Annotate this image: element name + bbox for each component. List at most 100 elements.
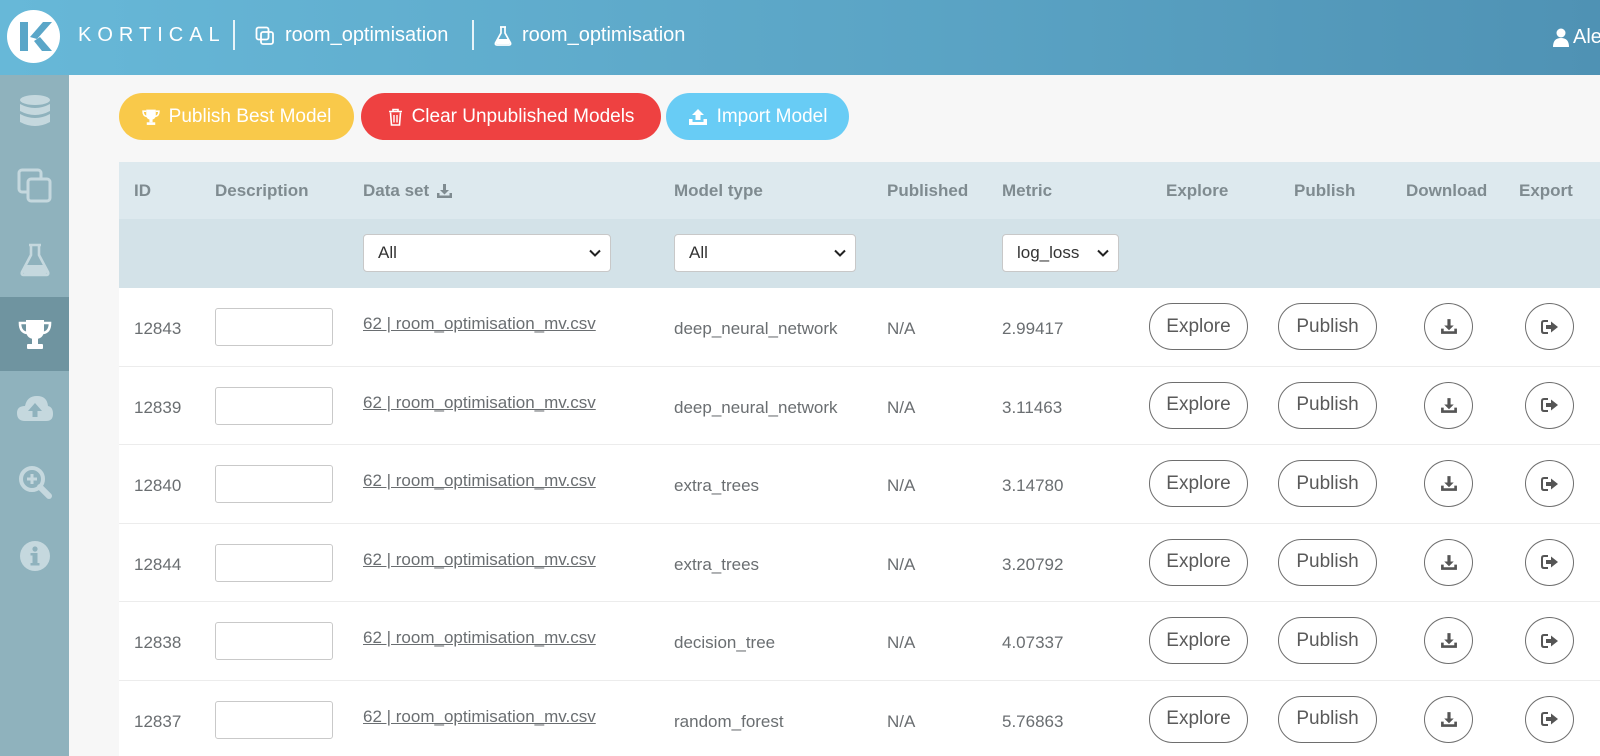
- dataset-link[interactable]: 62 | room_optimisation_mv.csv: [363, 628, 596, 648]
- sidebar-item-projects[interactable]: [0, 149, 69, 223]
- kortical-logo[interactable]: [7, 10, 60, 63]
- description-input[interactable]: [215, 465, 333, 503]
- sidebar-item-deploy[interactable]: [0, 371, 69, 445]
- table-filters: All All log_loss: [119, 219, 1600, 288]
- download-button[interactable]: [1424, 695, 1473, 743]
- sidebar-item-explain[interactable]: [0, 445, 69, 519]
- dataset-link[interactable]: 62 | room_optimisation_mv.csv: [363, 393, 596, 413]
- header-dataset[interactable]: Data set: [363, 181, 453, 201]
- header-divider: [472, 20, 474, 50]
- description-input[interactable]: [215, 386, 333, 425]
- header-publish: Publish: [1294, 181, 1356, 200]
- header-divider: [233, 20, 235, 50]
- publish-button[interactable]: Publish: [1278, 617, 1377, 664]
- metric-value: 2.99417: [1002, 319, 1064, 338]
- description-input[interactable]: [215, 622, 333, 660]
- export-button[interactable]: [1525, 695, 1574, 743]
- header-published[interactable]: Published: [887, 181, 968, 201]
- published-status: N/A: [887, 711, 916, 731]
- publish-button[interactable]: Publish: [1278, 460, 1377, 507]
- download-icon: [1440, 554, 1457, 570]
- description-input[interactable]: [215, 543, 333, 582]
- sidebar-item-leaderboard[interactable]: [0, 297, 69, 371]
- header-export: Export: [1519, 181, 1573, 200]
- explore-button[interactable]: Explore: [1149, 617, 1248, 664]
- export-button[interactable]: [1525, 381, 1574, 429]
- metric-value: 4.07337: [1002, 633, 1064, 652]
- flask-icon: [19, 243, 50, 277]
- model-id: 12839: [134, 397, 182, 417]
- export-button[interactable]: [1525, 460, 1574, 507]
- user-menu[interactable]: Ale: [1553, 26, 1600, 49]
- publish-button[interactable]: Publish: [1278, 695, 1377, 743]
- model-type: deep_neural_network: [674, 397, 838, 417]
- model-id: 12844: [134, 554, 182, 574]
- flask-icon: [494, 25, 512, 46]
- export-button[interactable]: [1525, 303, 1574, 350]
- download-icon: [1440, 397, 1457, 413]
- dataset-link[interactable]: 62 | room_optimisation_mv.csv: [363, 471, 596, 491]
- download-button[interactable]: [1424, 538, 1473, 586]
- header-model-type[interactable]: Model type: [674, 181, 763, 201]
- table-row: 12840 62 | room_optimisation_mv.csv extr…: [119, 445, 1600, 524]
- header-id[interactable]: ID: [134, 181, 151, 201]
- explore-button[interactable]: Explore: [1149, 460, 1248, 507]
- model-id: 12837: [134, 711, 182, 731]
- model-type: deep_neural_network: [674, 319, 838, 338]
- kortical-logo-icon: [20, 22, 52, 51]
- export-button[interactable]: [1525, 617, 1574, 664]
- metric-value: 5.76863: [1002, 711, 1064, 731]
- metric-select[interactable]: log_loss: [1002, 234, 1119, 272]
- download-button[interactable]: [1424, 381, 1473, 429]
- publish-button[interactable]: Publish: [1278, 538, 1377, 586]
- publish-best-model-button[interactable]: Publish Best Model: [119, 93, 354, 140]
- model-type: decision_tree: [674, 633, 776, 652]
- table-row: 12839 62 | room_optimisation_mv.csv deep…: [119, 366, 1600, 445]
- user-name: Ale: [1573, 26, 1600, 48]
- dataset-link[interactable]: 62 | room_optimisation_mv.csv: [363, 707, 596, 727]
- publish-button[interactable]: Publish: [1278, 381, 1377, 429]
- sidebar-item-info[interactable]: [0, 519, 69, 593]
- explore-button[interactable]: Explore: [1149, 695, 1248, 743]
- export-button[interactable]: [1525, 538, 1574, 586]
- download-icon[interactable]: [436, 183, 453, 199]
- model-id: 12840: [134, 476, 182, 495]
- dataset-link[interactable]: 62 | room_optimisation_mv.csv: [363, 550, 596, 570]
- publish-best-model-label: Publish Best Model: [168, 105, 332, 127]
- header-description[interactable]: Description: [215, 181, 309, 201]
- download-icon: [1440, 633, 1457, 648]
- brand-name: KORTICAL: [78, 24, 226, 46]
- dataset-link[interactable]: 62 | room_optimisation_mv.csv: [363, 314, 596, 334]
- trash-icon: [388, 108, 402, 126]
- table-header: ID Description Data set Model type Publi…: [119, 162, 1600, 219]
- description-input[interactable]: [215, 700, 333, 739]
- metric-value: 3.11463: [1002, 397, 1063, 417]
- header-metric[interactable]: Metric: [1002, 181, 1052, 201]
- description-input[interactable]: [215, 308, 333, 346]
- download-button[interactable]: [1424, 303, 1473, 350]
- sidebar-item-data[interactable]: [0, 75, 69, 149]
- published-status: N/A: [887, 476, 916, 495]
- trophy-icon: [141, 109, 160, 125]
- breadcrumb-experiment[interactable]: room_optimisation: [494, 24, 685, 47]
- download-button[interactable]: [1424, 617, 1473, 664]
- explore-button[interactable]: Explore: [1149, 303, 1248, 350]
- chevron-down-icon: [834, 249, 846, 257]
- explore-button[interactable]: Explore: [1149, 381, 1248, 429]
- download-icon: [1440, 319, 1457, 334]
- database-icon: [19, 95, 50, 126]
- publish-button[interactable]: Publish: [1278, 303, 1377, 350]
- model-type-filter-select[interactable]: All: [674, 234, 856, 272]
- export-icon: [1540, 476, 1558, 491]
- published-status: N/A: [887, 319, 916, 338]
- model-type: extra_trees: [674, 476, 760, 495]
- clear-unpublished-models-button[interactable]: Clear Unpublished Models: [361, 93, 661, 140]
- dataset-filter-value: All: [378, 243, 397, 262]
- download-button[interactable]: [1424, 460, 1473, 507]
- import-model-button[interactable]: Import Model: [666, 93, 849, 140]
- breadcrumb-project[interactable]: room_optimisation: [255, 24, 448, 47]
- explore-button[interactable]: Explore: [1149, 538, 1248, 586]
- sidebar-item-experiments[interactable]: [0, 223, 69, 297]
- table-body: 12843 62 | room_optimisation_mv.csv deep…: [119, 288, 1600, 756]
- dataset-filter-select[interactable]: All: [363, 234, 611, 272]
